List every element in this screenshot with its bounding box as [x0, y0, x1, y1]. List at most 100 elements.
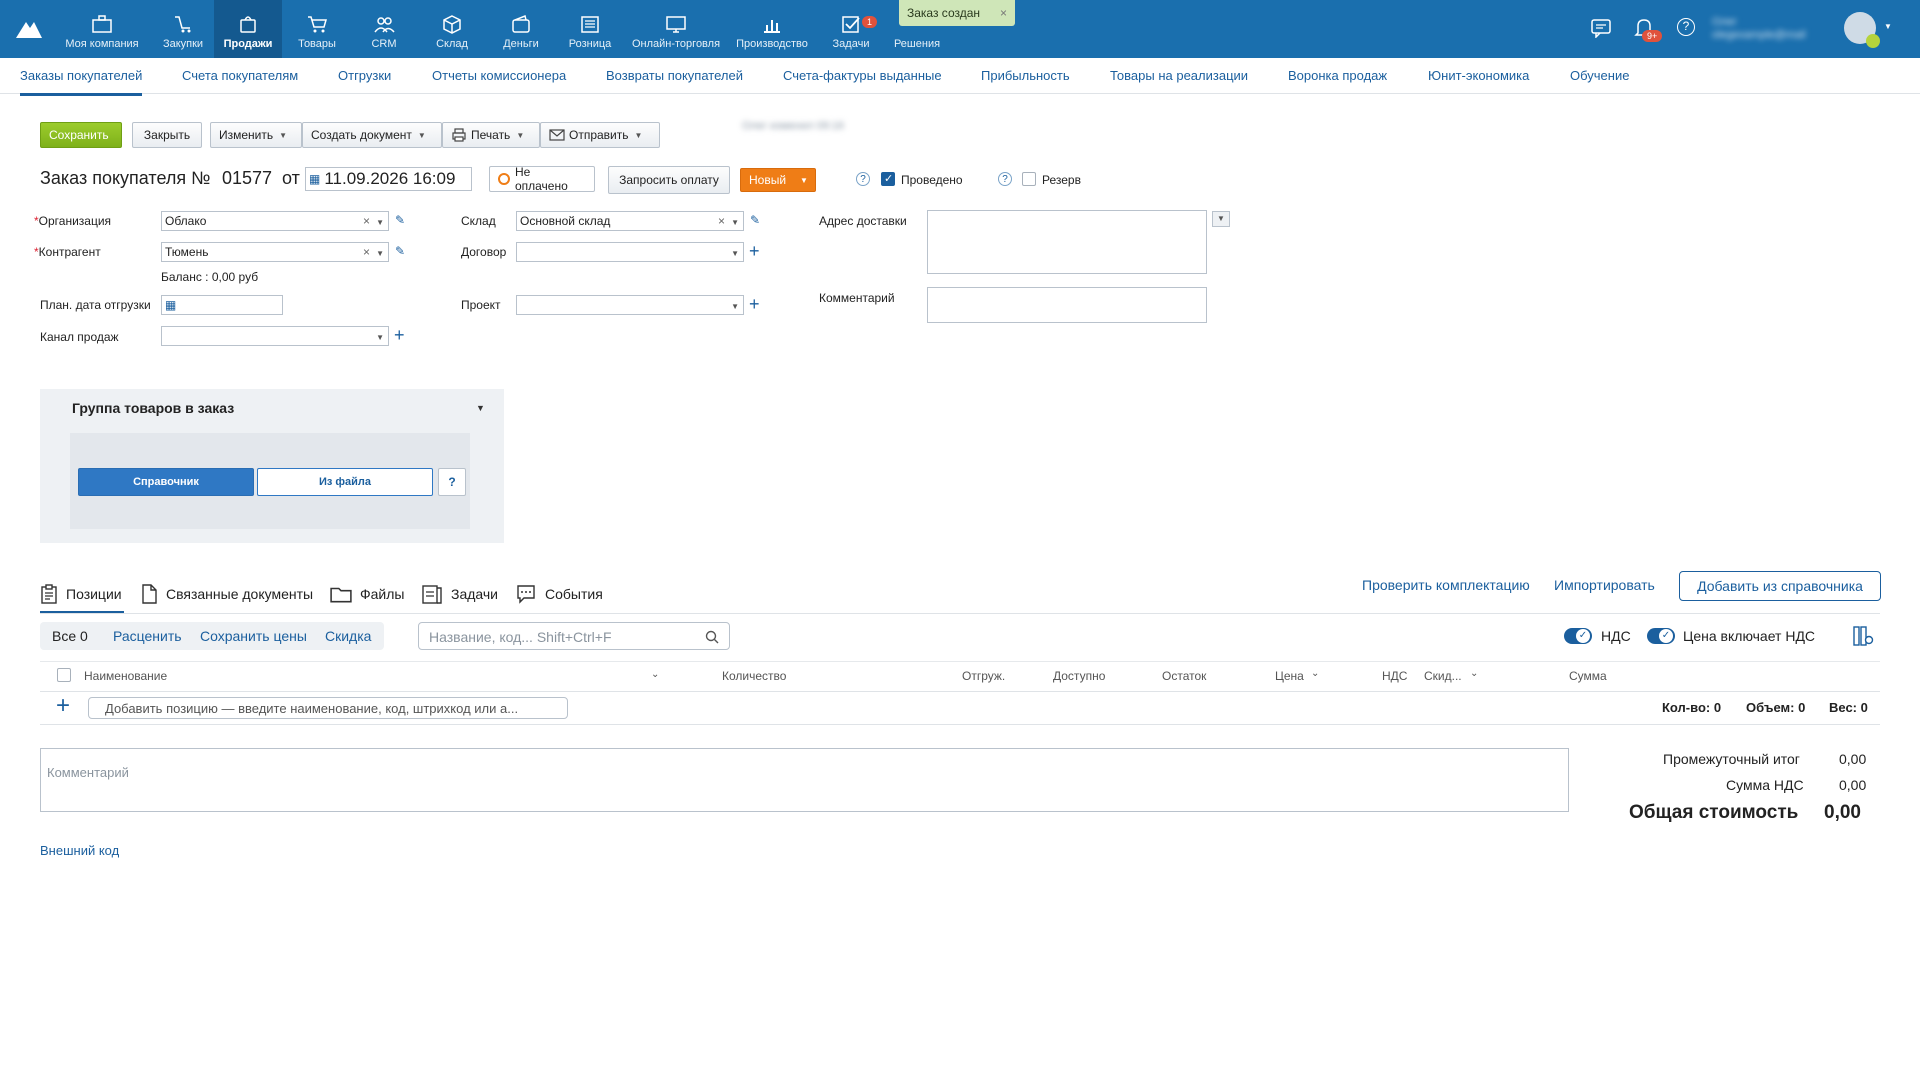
contract-field[interactable]: ▼ — [516, 242, 744, 262]
group-help-button[interactable]: ? — [438, 468, 466, 496]
add-position-input[interactable]: Добавить позицию — введите наименование,… — [88, 697, 568, 719]
tab-files[interactable]: Файлы — [330, 574, 404, 614]
subnav-consignment[interactable]: Товары на реализации — [1110, 68, 1248, 83]
subnav-returns[interactable]: Возвраты покупателей — [606, 68, 743, 83]
chevron-down-icon[interactable]: ▼ — [376, 249, 384, 258]
chevron-down-icon[interactable]: ▼ — [1212, 211, 1230, 227]
add-position-icon[interactable]: + — [56, 693, 70, 719]
help-icon[interactable]: ? — [856, 172, 870, 186]
chevron-down-icon[interactable]: ▼ — [476, 403, 485, 413]
chevron-down-icon[interactable]: ▼ — [376, 333, 384, 342]
request-payment-button[interactable]: Запросить оплату — [608, 166, 730, 194]
subnav-unit-economics[interactable]: Юнит-экономика — [1428, 68, 1529, 83]
column-header-name[interactable]: Наименование — [84, 669, 167, 683]
pencil-icon[interactable]: ✎ — [395, 213, 405, 227]
nav-sales[interactable]: Продажи — [214, 0, 282, 58]
column-header-quantity[interactable]: Количество — [722, 669, 786, 683]
help-icon[interactable]: ? — [1677, 18, 1695, 36]
chevron-down-icon[interactable]: ▼ — [731, 218, 739, 227]
sales-channel-field[interactable]: ▼ — [161, 326, 389, 346]
edit-button[interactable]: Изменить ▼ — [210, 122, 302, 148]
subnav-learning[interactable]: Обучение — [1570, 68, 1629, 83]
nav-my-company[interactable]: Моя компания — [56, 0, 148, 58]
calendar-icon[interactable]: ▦ — [309, 172, 320, 186]
send-button[interactable]: Отправить ▼ — [540, 122, 660, 148]
reserve-checkbox[interactable] — [1022, 172, 1036, 186]
subnav-invoices[interactable]: Счета покупателям — [182, 68, 298, 83]
help-icon[interactable]: ? — [998, 172, 1012, 186]
subnav-tax-invoices[interactable]: Счета-фактуры выданные — [783, 68, 942, 83]
pencil-icon[interactable]: ✎ — [750, 213, 760, 227]
clear-icon[interactable]: × — [363, 245, 370, 259]
nav-goods[interactable]: Товары — [288, 0, 346, 58]
posted-checkbox[interactable] — [881, 172, 895, 186]
subnav-customer-orders[interactable]: Заказы покупателей — [20, 68, 143, 96]
create-document-button[interactable]: Создать документ ▼ — [302, 122, 442, 148]
check-set-link[interactable]: Проверить комплектацию — [1362, 577, 1530, 593]
save-prices-link[interactable]: Сохранить цены — [200, 628, 307, 644]
select-all-checkbox[interactable] — [57, 668, 71, 682]
ship-date-field[interactable]: ▦ — [161, 295, 283, 315]
nav-crm[interactable]: CRM — [356, 0, 412, 58]
chevron-down-icon[interactable]: ▼ — [376, 218, 384, 227]
nav-retail[interactable]: Розница — [560, 0, 620, 58]
contractor-field[interactable]: Тюмень × ▼ — [161, 242, 389, 262]
vat-toggle[interactable] — [1564, 628, 1592, 644]
chevron-down-icon[interactable]: ▼ — [731, 249, 739, 258]
price-incl-vat-toggle[interactable] — [1647, 628, 1675, 644]
all-filter[interactable]: Все 0 — [52, 628, 88, 644]
column-header-shipped[interactable]: Отгруж. — [962, 669, 1005, 683]
add-icon[interactable]: + — [749, 295, 760, 313]
tab-events[interactable]: События — [515, 574, 603, 614]
column-header-price[interactable]: Цена — [1275, 669, 1304, 683]
add-from-directory-button[interactable]: Добавить из справочника — [1679, 571, 1881, 601]
nav-warehouse[interactable]: Склад — [424, 0, 480, 58]
chevron-down-icon[interactable]: ▼ — [731, 302, 739, 311]
add-icon[interactable]: + — [394, 326, 405, 344]
logo-icon[interactable] — [14, 18, 44, 40]
order-state-dropdown[interactable]: Новый ▼ — [740, 168, 816, 192]
pencil-icon[interactable]: ✎ — [395, 244, 405, 258]
save-button[interactable]: Сохранить — [40, 122, 122, 148]
subnav-profitability[interactable]: Прибыльность — [981, 68, 1070, 83]
chat-icon[interactable] — [1590, 18, 1612, 38]
column-header-available[interactable]: Доступно — [1053, 669, 1105, 683]
organization-field[interactable]: Облако × ▼ — [161, 211, 389, 231]
search-icon[interactable] — [705, 630, 719, 644]
price-link[interactable]: Расценить — [113, 628, 182, 644]
nav-money[interactable]: Деньги — [492, 0, 550, 58]
subnav-shipments[interactable]: Отгрузки — [338, 68, 391, 83]
tab-related-documents[interactable]: Связанные документы — [140, 574, 313, 614]
directory-button[interactable]: Справочник — [78, 468, 254, 496]
add-icon[interactable]: + — [749, 242, 760, 260]
comment-field[interactable] — [927, 287, 1207, 323]
nav-purchases[interactable]: Закупки — [155, 0, 211, 58]
bottom-comment-field[interactable]: Комментарий — [40, 748, 1569, 812]
payment-status-button[interactable]: Не оплачено — [489, 165, 595, 193]
chevron-down-icon[interactable]: ⌄ — [1470, 668, 1478, 679]
toast-close-icon[interactable]: × — [1000, 6, 1007, 20]
nav-production[interactable]: Производство — [732, 0, 812, 58]
column-header-vat[interactable]: НДС — [1382, 669, 1407, 683]
project-field[interactable]: ▼ — [516, 295, 744, 315]
order-datetime-field[interactable]: ▦ 11.09.2026 16:09 — [305, 167, 472, 191]
nav-online-trade[interactable]: Онлайн-торговля — [628, 0, 724, 58]
delivery-address-field[interactable] — [927, 210, 1207, 274]
chevron-down-icon[interactable]: ⌄ — [1311, 668, 1319, 679]
tab-positions[interactable]: Позиции — [40, 574, 124, 614]
print-button[interactable]: Печать ▼ — [442, 122, 540, 148]
column-header-discount[interactable]: Скид... — [1424, 669, 1462, 683]
column-settings-icon[interactable] — [1852, 625, 1874, 647]
external-code-link[interactable]: Внешний код — [40, 843, 119, 858]
clear-icon[interactable]: × — [718, 214, 725, 228]
subnav-sales-funnel[interactable]: Воронка продаж — [1288, 68, 1387, 83]
search-input[interactable]: Название, код... Shift+Ctrl+F — [418, 622, 730, 650]
clear-icon[interactable]: × — [363, 214, 370, 228]
discount-link[interactable]: Скидка — [325, 628, 371, 644]
subnav-commission-reports[interactable]: Отчеты комиссионера — [432, 68, 566, 83]
import-link[interactable]: Импортировать — [1554, 577, 1655, 593]
chevron-down-icon[interactable]: ▼ — [1884, 22, 1892, 31]
calendar-icon[interactable]: ▦ — [165, 298, 176, 312]
from-file-button[interactable]: Из файла — [257, 468, 433, 496]
tab-tasks[interactable]: Задачи — [421, 574, 498, 614]
